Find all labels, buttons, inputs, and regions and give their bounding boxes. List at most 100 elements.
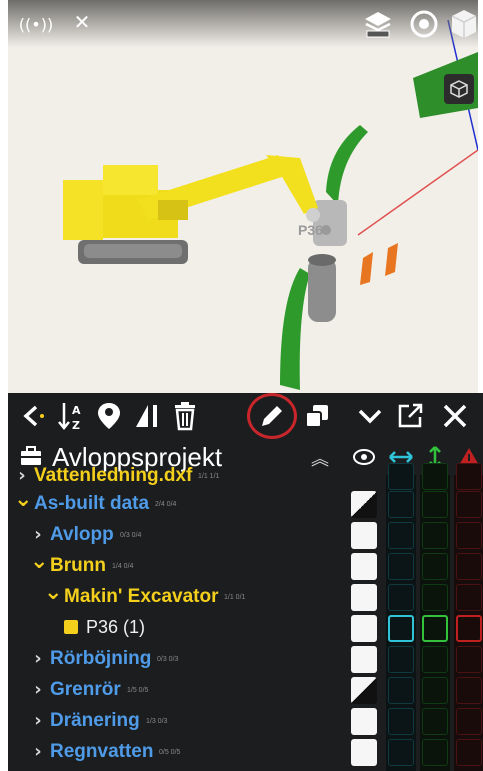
tree-row[interactable]: › Vattenledning.dxf 1/1 1/1 [8,461,483,492]
tree-row[interactable]: › Grenrör 1/5 0/5 [8,675,483,706]
visibility-checkbox[interactable] [351,522,377,549]
tree-item-count: 1/3 0/3 [146,718,168,725]
tree-row[interactable]: › Rörböjning 0/3 0/3 [8,644,483,675]
horizontal-tolerance-toggle[interactable] [388,615,414,642]
tree-row[interactable]: ⌄ As-built data 2/4 0/4 [8,487,483,520]
map-pin-icon[interactable] [92,397,126,435]
chevron-right-icon[interactable]: › [30,710,46,732]
back-icon[interactable] [16,397,50,435]
chevron-down-icon[interactable]: ⌄ [14,487,32,512]
vertical-tolerance-toggle[interactable] [422,646,448,673]
chevron-right-icon[interactable]: › [30,679,46,701]
measure-icon[interactable] [130,397,164,435]
warning-toggle[interactable] [456,522,482,549]
tree-item-count: 1/1 0/1 [224,594,246,601]
tree-item-count: 0/3 0/3 [157,656,179,663]
vertical-tolerance-toggle[interactable] [422,677,448,704]
point-badge-icon [64,620,78,634]
layers-icon[interactable] [360,6,396,42]
visibility-checkbox[interactable] [351,584,377,611]
vertical-tolerance-toggle[interactable] [422,739,448,766]
chevron-right-icon[interactable]: › [14,465,30,487]
external-link-icon[interactable] [393,397,427,435]
warning-toggle[interactable] [456,463,482,490]
horizontal-tolerance-toggle[interactable] [388,584,414,611]
vertical-tolerance-toggle[interactable] [422,491,448,518]
tree-item-count: 0/5 0/5 [159,749,181,756]
vertical-tolerance-toggle[interactable] [422,708,448,735]
tree-item-count: 1/4 0/4 [112,563,134,570]
orange-marker [360,252,373,285]
chevron-right-icon[interactable]: › [30,741,46,763]
tree-item-count: 0/3 0/4 [120,532,142,539]
visibility-checkbox[interactable] [351,677,377,704]
tree-item-label: Avlopp [50,524,114,545]
tree-row[interactable]: ⌄ Makin' Excavator 1/1 0/1 [8,580,483,613]
target-icon[interactable] [406,6,442,42]
chevron-down-icon[interactable]: ⌄ [44,580,62,605]
chevron-down-icon[interactable]: ⌄ [30,549,48,574]
sort-az-icon[interactable]: AZ [54,397,88,435]
horizontal-tolerance-toggle[interactable] [388,739,414,766]
red-guide-line [357,149,478,236]
delete-icon[interactable] [168,397,202,435]
close-icon[interactable] [438,397,472,435]
vertical-tolerance-toggle[interactable] [422,463,448,490]
warning-toggle[interactable] [456,677,482,704]
tree-item-label: P36 (1) [86,617,146,637]
tree-row[interactable]: › Avlopp 0/3 0/4 [8,520,483,551]
tree-item-label: Vattenledning.dxf [34,465,193,486]
horizontal-tolerance-toggle[interactable] [388,677,414,704]
visibility-checkbox[interactable] [351,708,377,735]
tree-row[interactable]: P36 (1) [8,613,483,644]
visibility-checkbox[interactable] [351,739,377,766]
tree-item-count: 1/5 0/5 [127,687,149,694]
visibility-checkbox[interactable] [351,646,377,673]
warning-toggle[interactable] [456,491,482,518]
tree-item-label: Brunn [50,555,106,576]
warning-toggle[interactable] [456,584,482,611]
vertical-tolerance-toggle[interactable] [422,584,448,611]
tree-item-label: Regnvatten [50,741,154,762]
vertical-tolerance-toggle[interactable] [422,522,448,549]
horizontal-tolerance-toggle[interactable] [388,708,414,735]
horizontal-tolerance-toggle[interactable] [388,491,414,518]
visibility-checkbox[interactable] [351,491,377,518]
gps-signal-icon[interactable]: ((•)) [18,10,54,38]
tree-row[interactable]: ⌄ Brunn 1/4 0/4 [8,549,483,582]
tree-item-label: Grenrör [50,679,121,700]
green-wall-segment [280,268,310,390]
scene-canvas[interactable] [8,0,478,393]
3d-viewport[interactable]: ((•)) ✕ P36 [8,0,478,393]
warning-toggle[interactable] [456,708,482,735]
warning-toggle[interactable] [456,615,482,642]
view-cube-icon[interactable] [444,74,474,104]
vertical-tolerance-toggle[interactable] [422,615,448,642]
tree-item-label: Makin' Excavator [64,586,219,607]
chevron-right-icon[interactable]: › [30,524,46,546]
visibility-checkbox[interactable] [351,553,377,580]
warning-toggle[interactable] [456,646,482,673]
horizontal-tolerance-toggle[interactable] [388,646,414,673]
tree-item-label: Dränering [50,710,140,731]
tree-item-count: 1/1 1/1 [198,473,220,480]
warning-toggle[interactable] [456,553,482,580]
svg-text:A: A [72,404,81,417]
edit-highlight-circle [247,393,297,439]
tree-row[interactable]: › Dränering 1/3 0/3 [8,706,483,737]
satellite-icon[interactable]: ✕ [68,8,96,36]
horizontal-tolerance-toggle[interactable] [388,553,414,580]
copy-icon[interactable] [300,397,334,435]
visibility-checkbox[interactable] [351,615,377,642]
cube-icon[interactable] [450,6,478,42]
layer-tree: › Vattenledning.dxf 1/1 1/1 ⌄ As-built data 2… [8,463,483,771]
vertical-tolerance-toggle[interactable] [422,553,448,580]
tree-item-count: 2/4 0/4 [155,501,177,508]
horizontal-tolerance-toggle[interactable] [388,463,414,490]
warning-toggle[interactable] [456,739,482,766]
select-check-icon[interactable] [353,397,387,435]
manhole-pipe [308,258,336,322]
horizontal-tolerance-toggle[interactable] [388,522,414,549]
tree-row[interactable]: › Regnvatten 0/5 0/5 [8,737,483,768]
chevron-right-icon[interactable]: › [30,648,46,670]
